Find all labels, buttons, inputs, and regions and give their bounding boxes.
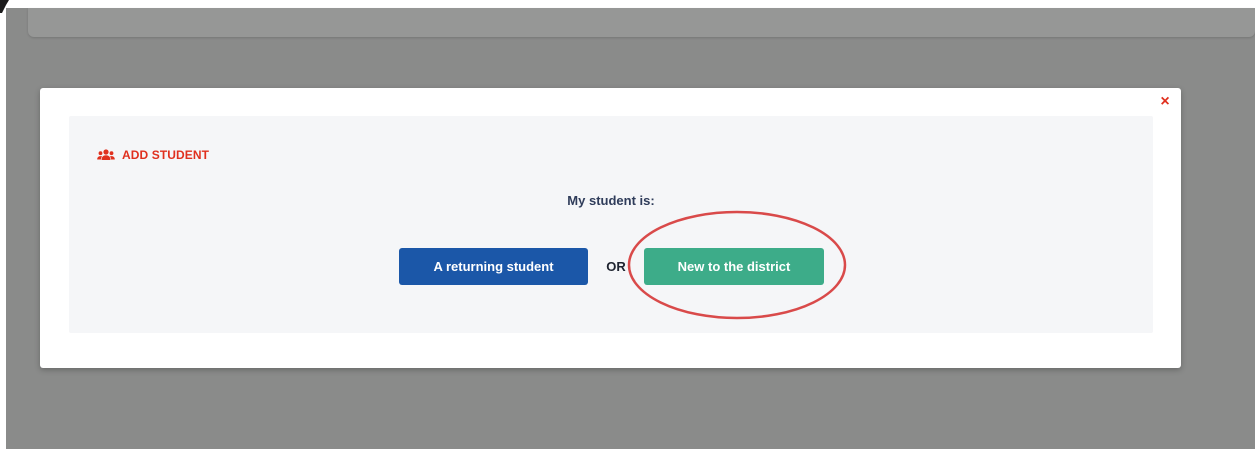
student-type-choices: A returning student OR New to the distri… <box>399 248 824 285</box>
new-to-district-button[interactable]: New to the district <box>644 248 824 285</box>
student-type-prompt: My student is: <box>567 193 655 208</box>
section-title: ADD STUDENT <box>122 148 210 162</box>
returning-student-button[interactable]: A returning student <box>399 248 588 285</box>
screen: × ADD STUDENT My student is: A returning… <box>0 0 1255 449</box>
add-student-panel: ADD STUDENT My student is: A returning s… <box>69 116 1153 333</box>
background-header-bar <box>28 8 1255 37</box>
or-separator: OR <box>606 259 626 274</box>
users-icon <box>97 149 115 160</box>
close-button[interactable]: × <box>1157 94 1173 110</box>
section-header: ADD STUDENT <box>97 148 209 162</box>
add-student-modal: × ADD STUDENT My student is: A returning… <box>40 88 1181 368</box>
